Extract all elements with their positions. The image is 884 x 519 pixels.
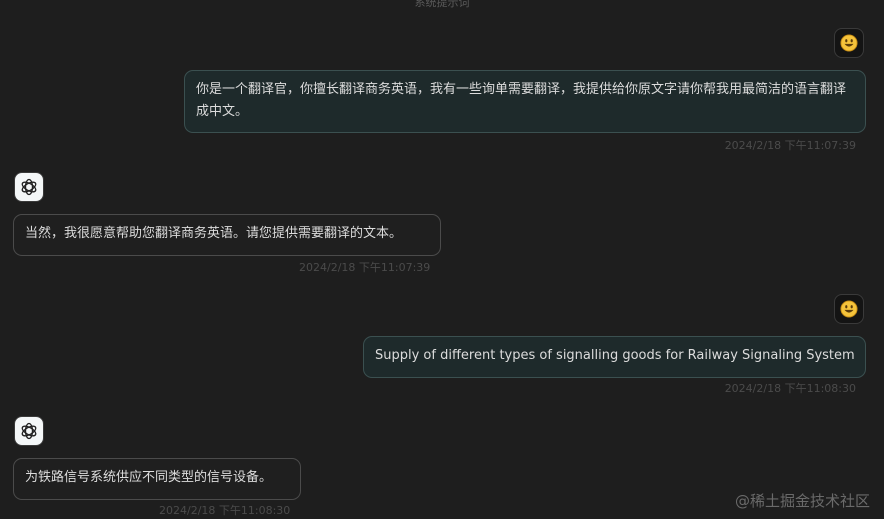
message-text: 当然，我很愿意帮助您翻译商务英语。请您提供需要翻译的文本。 bbox=[25, 226, 403, 241]
message-timestamp: 2024/2/18 下午11:07:39 bbox=[299, 261, 431, 274]
assistant-avatar bbox=[14, 416, 44, 446]
message-text: Supply of different types of signalling … bbox=[375, 348, 855, 363]
smiley-emoji-icon bbox=[840, 34, 858, 52]
user-message-bubble[interactable]: 你是一个翻译官，你擅长翻译商务英语，我有一些询单需要翻译，我提供给你原文字请你帮… bbox=[184, 70, 866, 133]
openai-logo-icon bbox=[21, 178, 37, 196]
user-message-bubble[interactable]: Supply of different types of signalling … bbox=[363, 336, 866, 378]
message-timestamp: 2024/2/18 下午11:07:39 bbox=[724, 139, 856, 152]
assistant-avatar bbox=[14, 172, 44, 202]
system-prompt-hint[interactable]: 系统提示词 bbox=[0, 0, 884, 10]
message-text: 为铁路信号系统供应不同类型的信号设备。 bbox=[25, 470, 273, 485]
message-text: 你是一个翻译官，你擅长翻译商务英语，我有一些询单需要翻译，我提供给你原文字请你帮… bbox=[196, 82, 847, 119]
smiley-emoji-icon bbox=[840, 300, 858, 318]
message-timestamp: 2024/2/18 下午11:08:30 bbox=[159, 504, 291, 517]
assistant-message-bubble[interactable]: 当然，我很愿意帮助您翻译商务英语。请您提供需要翻译的文本。 bbox=[13, 214, 441, 256]
user-avatar bbox=[834, 28, 864, 58]
openai-logo-icon bbox=[21, 422, 37, 440]
assistant-message-bubble[interactable]: 为铁路信号系统供应不同类型的信号设备。 bbox=[13, 458, 301, 500]
watermark: @稀土掘金技术社区 bbox=[734, 492, 870, 510]
message-timestamp: 2024/2/18 下午11:08:30 bbox=[724, 382, 856, 395]
user-avatar bbox=[834, 294, 864, 324]
